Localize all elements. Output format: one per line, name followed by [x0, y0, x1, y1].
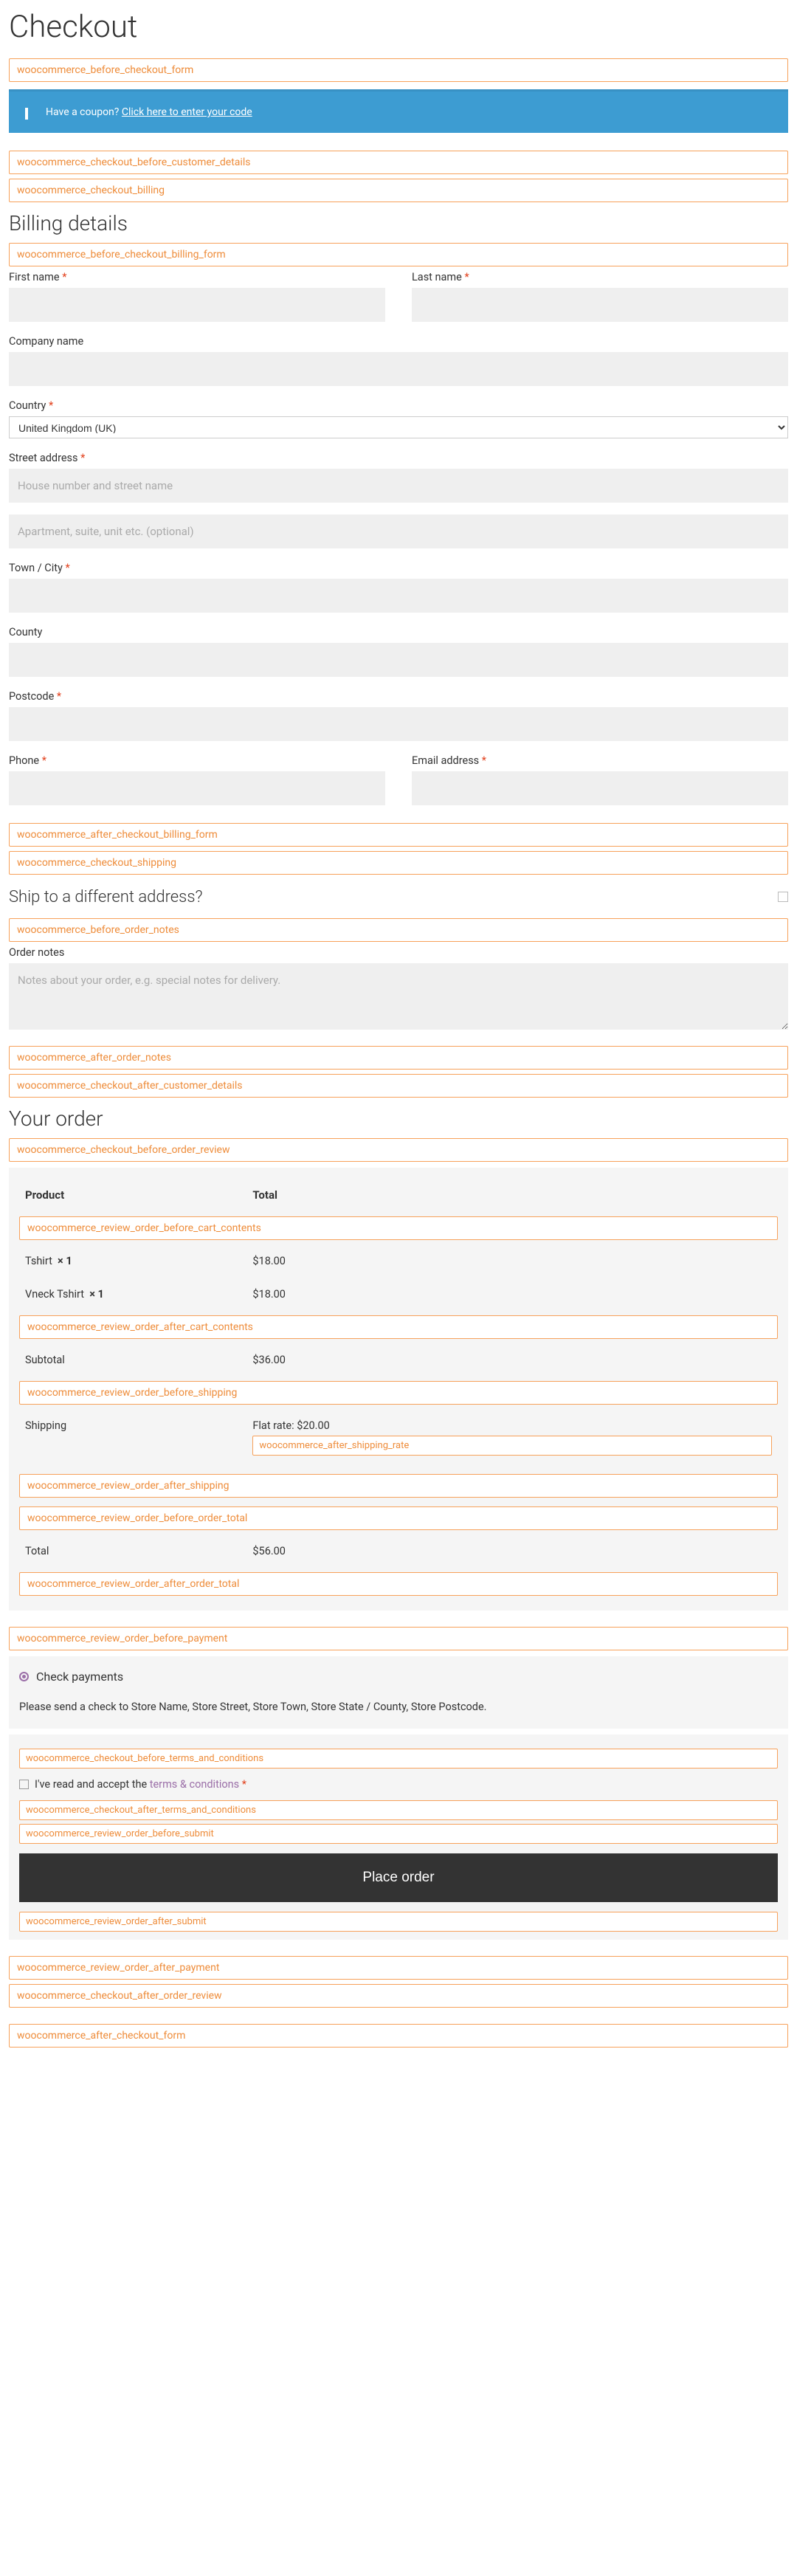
cart-item-row: Tshirt × 1 $18.00 [19, 1244, 778, 1278]
first-name-label: First name * [9, 271, 385, 283]
payment-box: Check payments Please send a check to St… [9, 1656, 788, 1729]
last-name-label: Last name * [412, 271, 788, 283]
hook-after-shipping-rate: woocommerce_after_shipping_rate [252, 1436, 772, 1456]
hook-review-before-payment: woocommerce_review_order_before_payment [9, 1627, 788, 1650]
hook-after-order-notes: woocommerce_after_order_notes [9, 1046, 788, 1070]
terms-link[interactable]: terms & conditions [150, 1778, 239, 1791]
hook-review-before-ship: woocommerce_review_order_before_shipping [19, 1381, 778, 1405]
hook-before-checkout-form: woocommerce_before_checkout_form [9, 58, 788, 82]
hook-review-after-cart: woocommerce_review_order_after_cart_cont… [19, 1315, 778, 1339]
hook-review-after-payment: woocommerce_review_order_after_payment [9, 1956, 788, 1980]
shipping-label: Shipping [19, 1409, 246, 1470]
email-label: Email address * [412, 754, 788, 767]
country-select[interactable]: United Kingdom (UK) [9, 416, 788, 438]
street-label: Street address * [9, 452, 788, 464]
ship-different-checkbox[interactable] [778, 892, 788, 902]
first-name-input[interactable] [9, 288, 385, 322]
hook-review-after-submit: woocommerce_review_order_after_submit [19, 1912, 778, 1932]
subtotal-value: $36.00 [246, 1343, 778, 1377]
hook-after-order-review: woocommerce_checkout_after_order_review [9, 1984, 788, 2008]
payment-radio-check[interactable] [19, 1672, 29, 1681]
hook-before-billing-form: woocommerce_before_checkout_billing_form [9, 243, 788, 266]
hook-review-after-ship: woocommerce_review_order_after_shipping [19, 1474, 778, 1498]
street-input-1[interactable] [9, 469, 788, 503]
hook-after-billing-form: woocommerce_after_checkout_billing_form [9, 823, 788, 847]
page-title: Checkout [9, 9, 788, 45]
notes-textarea[interactable] [9, 963, 788, 1030]
terms-checkbox[interactable] [19, 1780, 29, 1789]
payment-description: Please send a check to Store Name, Store… [19, 1698, 778, 1715]
order-heading: Your order [9, 1106, 788, 1131]
hook-review-before-cart: woocommerce_review_order_before_cart_con… [19, 1216, 778, 1240]
total-value: $56.00 [246, 1535, 778, 1568]
coupon-link[interactable]: Click here to enter your code [122, 106, 252, 118]
phone-label: Phone * [9, 754, 385, 767]
coupon-banner[interactable]: Have a coupon? Click here to enter your … [9, 89, 788, 133]
coupon-text: Have a coupon? [46, 106, 119, 118]
hook-after-checkout-form: woocommerce_after_checkout_form [9, 2024, 788, 2048]
email-input[interactable] [412, 771, 788, 805]
notes-label: Order notes [9, 946, 788, 959]
terms-box: woocommerce_checkout_before_terms_and_co… [9, 1735, 788, 1940]
ship-heading: Ship to a different address? [9, 888, 202, 906]
company-input[interactable] [9, 352, 788, 386]
total-label: Total [19, 1535, 246, 1568]
hook-before-order-notes: woocommerce_before_order_notes [9, 918, 788, 942]
product-header: Product [19, 1178, 246, 1212]
hook-before-order-review: woocommerce_checkout_before_order_review [9, 1138, 788, 1162]
hook-checkout-before-customer: woocommerce_checkout_before_customer_det… [9, 151, 788, 174]
hook-review-after-total: woocommerce_review_order_after_order_tot… [19, 1572, 778, 1596]
order-review-box: Product Total woocommerce_review_order_b… [9, 1168, 788, 1611]
hook-checkout-after-terms: woocommerce_checkout_after_terms_and_con… [19, 1800, 778, 1820]
hook-review-before-total: woocommerce_review_order_before_order_to… [19, 1506, 778, 1530]
billing-heading: Billing details [9, 211, 788, 235]
place-order-button[interactable]: Place order [19, 1853, 778, 1902]
cart-item-row: Vneck Tshirt × 1 $18.00 [19, 1278, 778, 1311]
street-input-2[interactable] [9, 514, 788, 548]
postcode-input[interactable] [9, 707, 788, 741]
shipping-value: Flat rate: $20.00 [252, 1419, 772, 1432]
postcode-label: Postcode * [9, 690, 788, 703]
company-label: Company name [9, 335, 788, 348]
last-name-input[interactable] [412, 288, 788, 322]
phone-input[interactable] [9, 771, 385, 805]
total-header: Total [246, 1178, 778, 1212]
hook-checkout-before-terms: woocommerce_checkout_before_terms_and_co… [19, 1749, 778, 1769]
hook-review-before-submit: woocommerce_review_order_before_submit [19, 1824, 778, 1844]
subtotal-label: Subtotal [19, 1343, 246, 1377]
town-input[interactable] [9, 579, 788, 613]
hook-checkout-after-customer: woocommerce_checkout_after_customer_deta… [9, 1074, 788, 1098]
country-label: Country * [9, 399, 788, 412]
hook-checkout-shipping: woocommerce_checkout_shipping [9, 851, 788, 875]
town-label: Town / City * [9, 562, 788, 574]
county-label: County [9, 626, 788, 638]
hook-checkout-billing: woocommerce_checkout_billing [9, 179, 788, 202]
county-input[interactable] [9, 643, 788, 677]
payment-method-label: Check payments [36, 1670, 123, 1684]
